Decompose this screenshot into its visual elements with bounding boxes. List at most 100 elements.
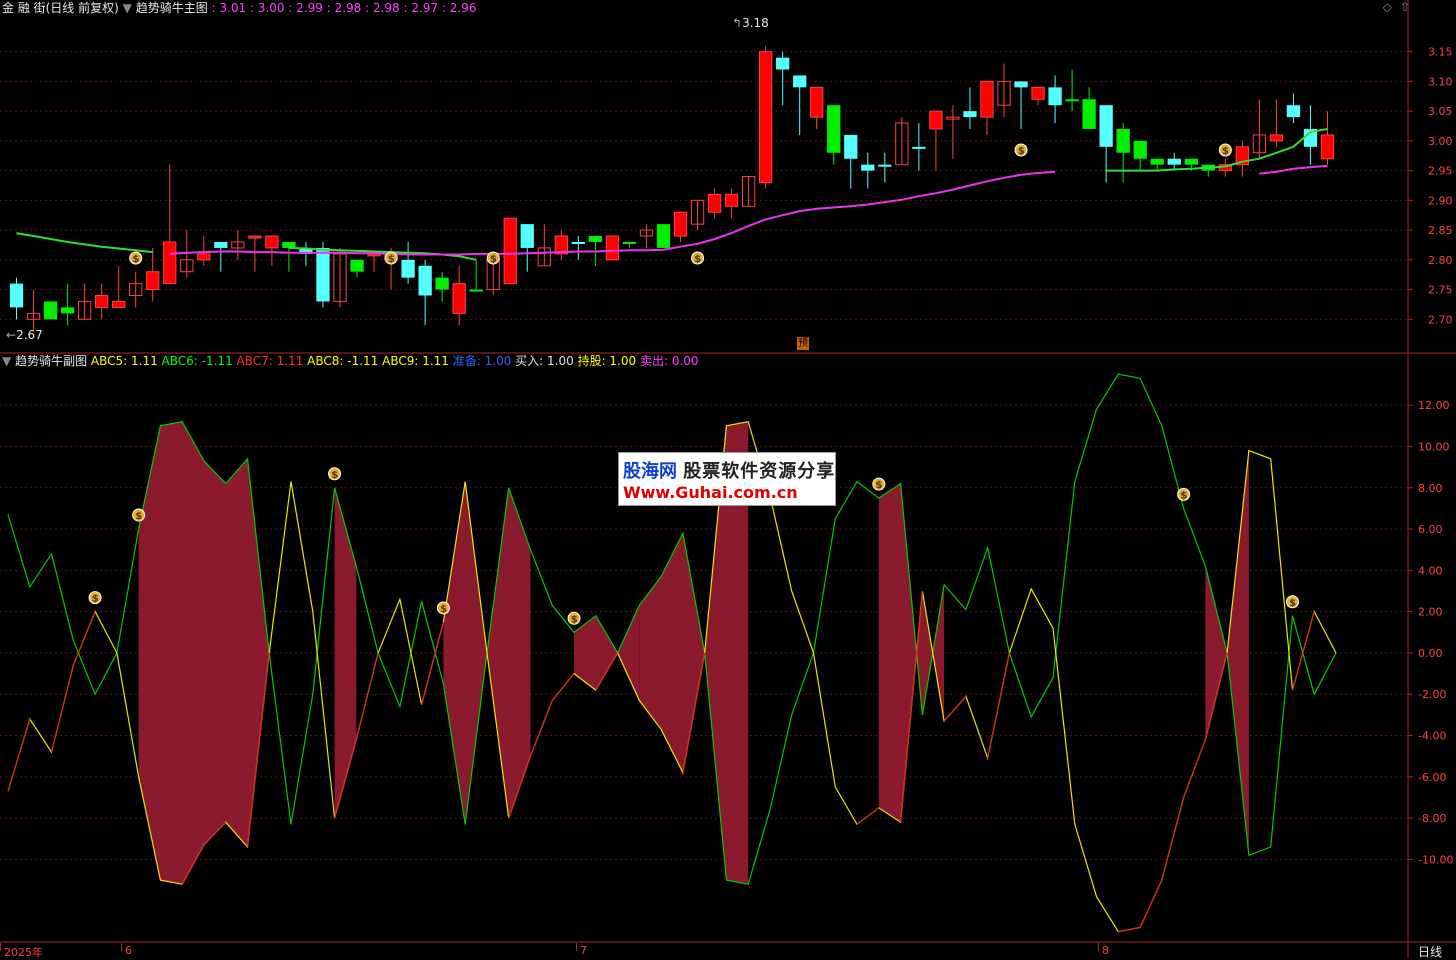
money-bag-glyph: $ <box>694 254 701 265</box>
candle-body <box>1082 99 1096 129</box>
candle <box>350 259 364 278</box>
candle-body <box>1099 105 1113 147</box>
time-axis-tick <box>1098 943 1099 951</box>
candle-body <box>1014 81 1028 88</box>
sub-tick-label: -8.00 <box>1418 812 1446 825</box>
candle <box>26 289 41 332</box>
candle <box>690 199 705 231</box>
buy-marker: $ <box>129 251 143 265</box>
candle-body <box>724 193 739 207</box>
candle <box>248 235 262 272</box>
money-bag-glyph: $ <box>1222 146 1229 157</box>
candle <box>724 188 739 219</box>
sub-tick-label: -6.00 <box>1418 771 1446 784</box>
candle-body <box>571 241 585 244</box>
buy-marker: $ <box>691 251 705 265</box>
candle-body <box>452 283 466 314</box>
candle <box>452 265 466 326</box>
candle <box>112 265 126 308</box>
candle-body <box>912 146 926 149</box>
candle <box>333 247 347 308</box>
watermark-banner: 股海网 股票软件资源分享 Www.Guhai.com.cn <box>618 452 836 506</box>
candle-body <box>1184 158 1198 165</box>
candle-body <box>861 164 875 171</box>
price-tick-label: 2.85 <box>1428 224 1453 237</box>
sub-tick-label: 4.00 <box>1418 564 1443 577</box>
candle-body <box>759 51 773 184</box>
filled-band <box>574 605 640 701</box>
candle <box>520 224 534 272</box>
candle-body <box>1133 140 1147 159</box>
candle <box>231 230 245 260</box>
candle <box>997 63 1011 118</box>
buy-marker: $ <box>1014 143 1028 157</box>
sub-tick-label: 6.00 <box>1418 523 1443 536</box>
candle-body <box>401 259 415 278</box>
period-tab[interactable]: 日线 <box>1418 943 1442 960</box>
candle-body <box>1150 158 1164 165</box>
candle-body <box>673 211 688 237</box>
price-tick-label: 3.15 <box>1428 46 1453 59</box>
candle <box>9 277 24 320</box>
money-bag-glyph: $ <box>1018 146 1025 157</box>
candle <box>1031 86 1045 106</box>
price-tick-label: 2.80 <box>1428 254 1453 267</box>
candle-body <box>605 235 620 261</box>
price-tick-label: 2.70 <box>1428 313 1453 326</box>
candle <box>299 241 313 266</box>
candle-body <box>265 235 279 249</box>
candle-body <box>827 105 841 153</box>
candle <box>503 217 517 285</box>
candle <box>776 51 790 106</box>
money-bag-glyph: $ <box>440 604 447 615</box>
candle-body <box>588 236 603 242</box>
candle-body <box>707 193 722 213</box>
money-bag-glyph: $ <box>1180 490 1187 501</box>
sub-tick-label: 2.00 <box>1418 606 1443 619</box>
candle <box>1065 69 1079 112</box>
candle <box>486 259 500 296</box>
candle-body <box>112 300 126 308</box>
candle <box>759 45 773 189</box>
candle-body <box>1286 105 1301 118</box>
candle-body <box>878 164 892 167</box>
price-tick-label: 3.00 <box>1428 135 1453 148</box>
candle-body <box>248 235 262 239</box>
candle <box>95 283 109 320</box>
watermark-tagline: 股票软件资源分享 <box>683 461 836 482</box>
candle-body <box>1065 99 1079 102</box>
candle <box>827 105 841 165</box>
sub-tick-label: 10.00 <box>1418 440 1450 453</box>
candle-body <box>350 259 364 272</box>
candle <box>980 80 994 135</box>
candle <box>571 236 585 260</box>
candle <box>1133 140 1147 171</box>
candle <box>912 123 926 171</box>
sub-buy-marker: $ <box>567 611 581 625</box>
price-tick-label: 2.95 <box>1428 165 1453 178</box>
candle <box>43 301 58 320</box>
sub-tick-label: -2.00 <box>1418 688 1446 701</box>
candle-body <box>1031 86 1045 100</box>
candle <box>622 241 637 248</box>
candle <box>146 247 160 302</box>
candle <box>844 134 858 189</box>
money-bag-glyph: $ <box>388 254 395 265</box>
candle <box>605 235 620 261</box>
candle-body <box>810 86 824 118</box>
candle <box>1269 99 1284 147</box>
candle-body <box>282 241 296 248</box>
candle <box>197 236 211 266</box>
forecast-marker[interactable]: 预 <box>797 337 809 350</box>
high-annotation: ↰3.18 <box>732 16 769 30</box>
candle-body <box>1116 128 1130 153</box>
candle-body <box>656 224 671 248</box>
candle <box>741 176 756 207</box>
money-bag-glyph: $ <box>92 594 99 605</box>
candle <box>60 283 75 326</box>
watermark-brand: 股海网 <box>623 461 677 482</box>
buy-marker: $ <box>1218 143 1232 157</box>
money-bag-glyph: $ <box>331 470 338 481</box>
sub-tick-label: 0.00 <box>1418 647 1443 660</box>
candle <box>878 152 892 183</box>
